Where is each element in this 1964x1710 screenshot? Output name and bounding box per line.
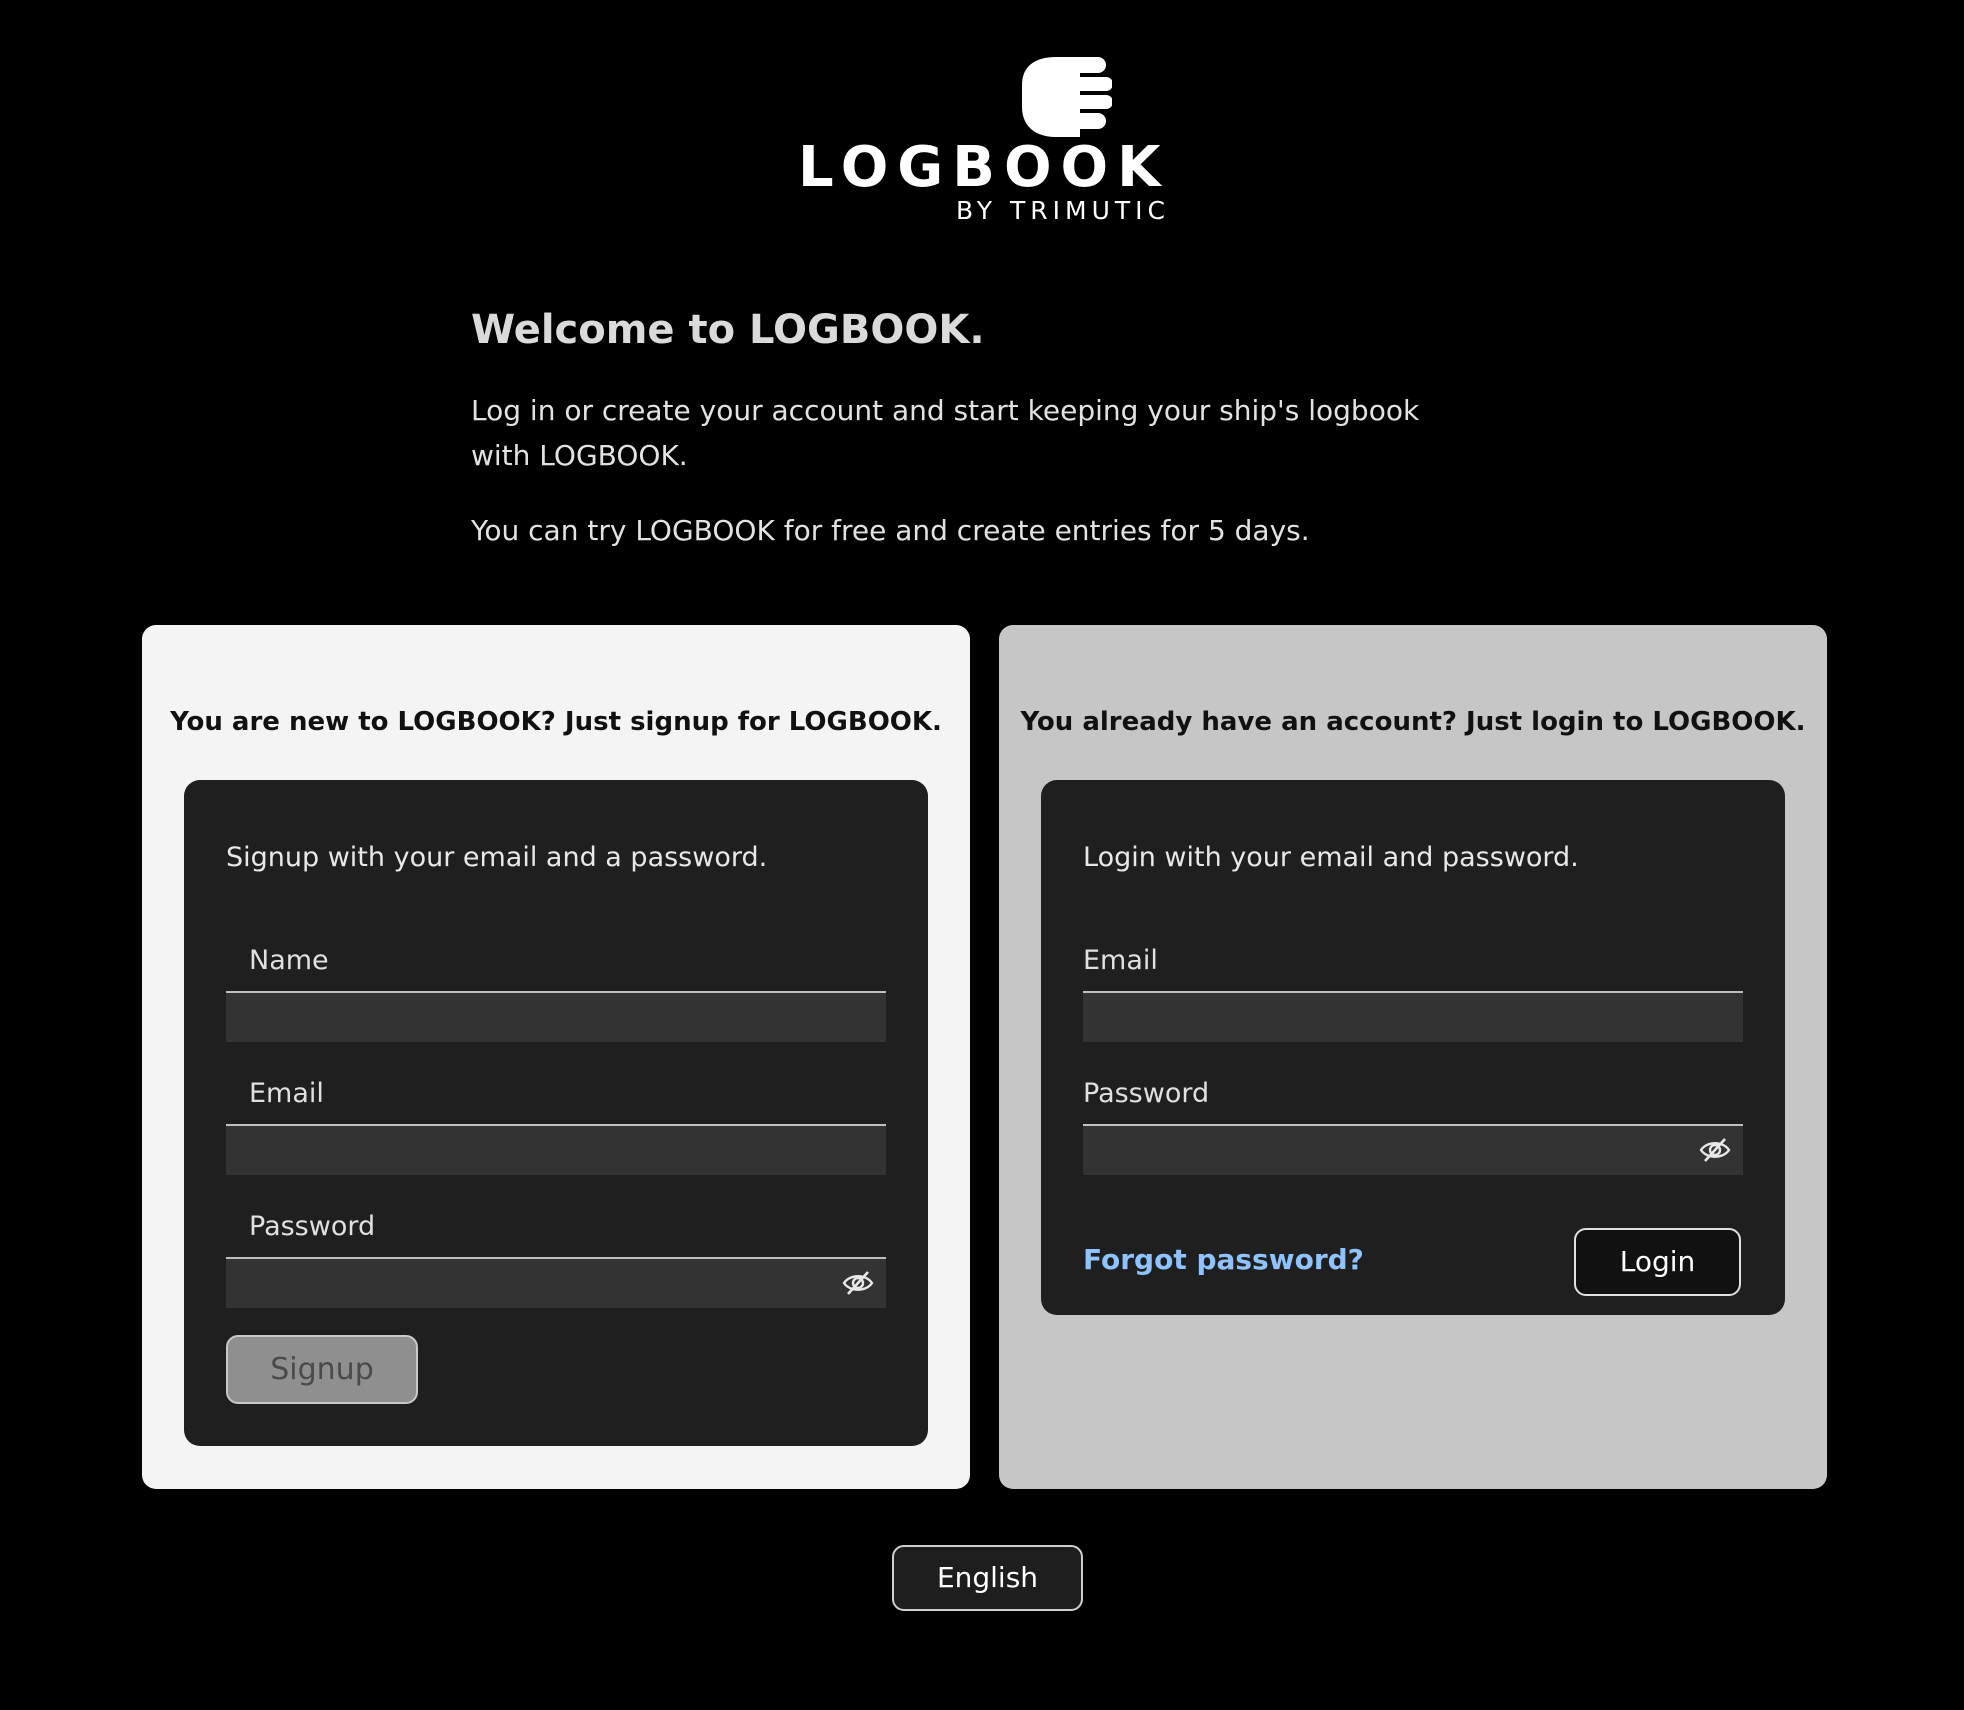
signup-email-label: Email bbox=[249, 1078, 324, 1109]
signup-button[interactable]: Signup bbox=[226, 1335, 418, 1404]
name-field[interactable] bbox=[226, 991, 886, 1042]
login-panel: You already have an account? Just login … bbox=[999, 625, 1827, 1489]
login-email-label: Email bbox=[1083, 945, 1158, 976]
login-password-field[interactable] bbox=[1083, 1124, 1743, 1175]
login-password-label: Password bbox=[1083, 1078, 1210, 1109]
name-label: Name bbox=[249, 945, 329, 976]
signup-heading: You are new to LOGBOOK? Just signup for … bbox=[170, 707, 942, 737]
page-title: Welcome to LOGBOOK. bbox=[471, 307, 985, 353]
intro-paragraph-1: Log in or create your account and start … bbox=[471, 394, 1420, 472]
signup-card: Signup with your email and a password. N… bbox=[184, 780, 928, 1446]
login-email-field[interactable] bbox=[1083, 991, 1743, 1042]
forgot-password-link[interactable]: Forgot password? bbox=[1083, 1243, 1364, 1276]
intro-paragraph-2: You can try LOGBOOK for free and create … bbox=[471, 514, 1310, 547]
signup-intro: Signup with your email and a password. bbox=[226, 842, 768, 873]
eye-slash-icon[interactable] bbox=[1699, 1136, 1731, 1164]
signup-password-field[interactable] bbox=[226, 1257, 886, 1308]
brand-name: LOGBOOK bbox=[798, 135, 1170, 200]
logbook-hand-icon bbox=[1022, 57, 1112, 137]
eye-slash-icon[interactable] bbox=[842, 1269, 874, 1297]
intro-section: Welcome to LOGBOOK. Log in or create you… bbox=[471, 306, 1471, 583]
brand-byline: BY TRIMUTIC bbox=[956, 196, 1170, 225]
signup-panel: You are new to LOGBOOK? Just signup for … bbox=[142, 625, 970, 1489]
signup-password-label: Password bbox=[249, 1211, 376, 1242]
login-heading: You already have an account? Just login … bbox=[1020, 707, 1806, 737]
signup-email-field[interactable] bbox=[226, 1124, 886, 1175]
login-card: Login with your email and password. Emai… bbox=[1041, 780, 1785, 1315]
login-button[interactable]: Login bbox=[1574, 1228, 1741, 1296]
login-intro: Login with your email and password. bbox=[1083, 842, 1579, 873]
language-button[interactable]: English bbox=[892, 1545, 1083, 1611]
brand-logo: LOGBOOK BY TRIMUTIC bbox=[790, 50, 1190, 230]
